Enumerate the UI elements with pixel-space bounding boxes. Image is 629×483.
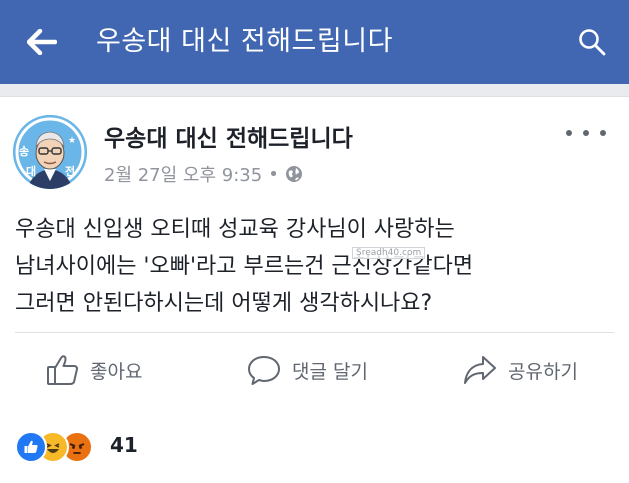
- more-dot: [600, 130, 606, 136]
- comment-label: 댓글 달기: [292, 360, 368, 383]
- app-header: 우송대 대신 전해드립니다: [0, 0, 629, 84]
- comment-button[interactable]: 댓글 달기: [246, 349, 368, 391]
- like-label: 좋아요: [90, 360, 143, 383]
- more-horizontal-icon: [566, 130, 572, 136]
- post-card: 송 대 전 ★ 우송대 대신 전해드립니다 2월 27일 오후 9:35 • 우…: [0, 96, 629, 405]
- like-button[interactable]: 좋아요: [46, 349, 142, 391]
- share-icon: [464, 356, 496, 384]
- avatar-text-left: 송: [19, 145, 29, 158]
- avatar[interactable]: 송 대 전 ★: [13, 115, 87, 189]
- like-reaction-icon: [15, 431, 47, 463]
- avatar-text-bottom-right: 전: [65, 164, 75, 178]
- comment-icon: [248, 356, 280, 385]
- share-button[interactable]: 공유하기: [462, 349, 578, 391]
- search-button[interactable]: [572, 22, 612, 62]
- reaction-icons: [15, 431, 107, 463]
- reaction-count[interactable]: 41: [110, 433, 138, 457]
- divider: [15, 332, 614, 333]
- share-label: 공유하기: [508, 360, 578, 383]
- post-line-1: 우송대 신입생 오티때 성교육 강사님이 사랑하는: [15, 217, 455, 242]
- reactions-bar[interactable]: 41: [0, 404, 629, 483]
- post-timestamp[interactable]: 2월 27일 오후 9:35: [104, 161, 262, 187]
- back-button[interactable]: [22, 22, 62, 62]
- thumbs-up-icon: [47, 355, 78, 385]
- search-icon: [579, 29, 606, 56]
- post-meta: 2월 27일 오후 9:35 •: [104, 161, 303, 187]
- meta-separator: •: [268, 163, 279, 185]
- page-title: 우송대 대신 전해드립니다: [96, 26, 393, 57]
- post-body: 우송대 신입생 오티때 성교육 강사님이 사랑하는 남녀사이에는 '오빠'라고 …: [15, 211, 615, 322]
- page-avatar-image: 송 대 전 ★: [13, 115, 87, 189]
- globe-icon: [285, 166, 302, 182]
- post-line-2: 남녀사이에는 '오빠'라고 부르는건 근친상간같다면: [15, 254, 474, 279]
- arrow-left-icon: [27, 29, 57, 55]
- post-author[interactable]: 우송대 대신 전해드립니다: [104, 119, 353, 153]
- star-icon: ★: [68, 136, 76, 146]
- more-dot: [583, 130, 589, 136]
- avatar-text-bottom-left: 대: [26, 164, 36, 178]
- post-line-3: 그러면 안된다하시는데 어떻게 생각하시나요?: [15, 291, 433, 316]
- watermark: Sreadh40.com: [352, 247, 426, 259]
- more-options-button[interactable]: [566, 123, 606, 143]
